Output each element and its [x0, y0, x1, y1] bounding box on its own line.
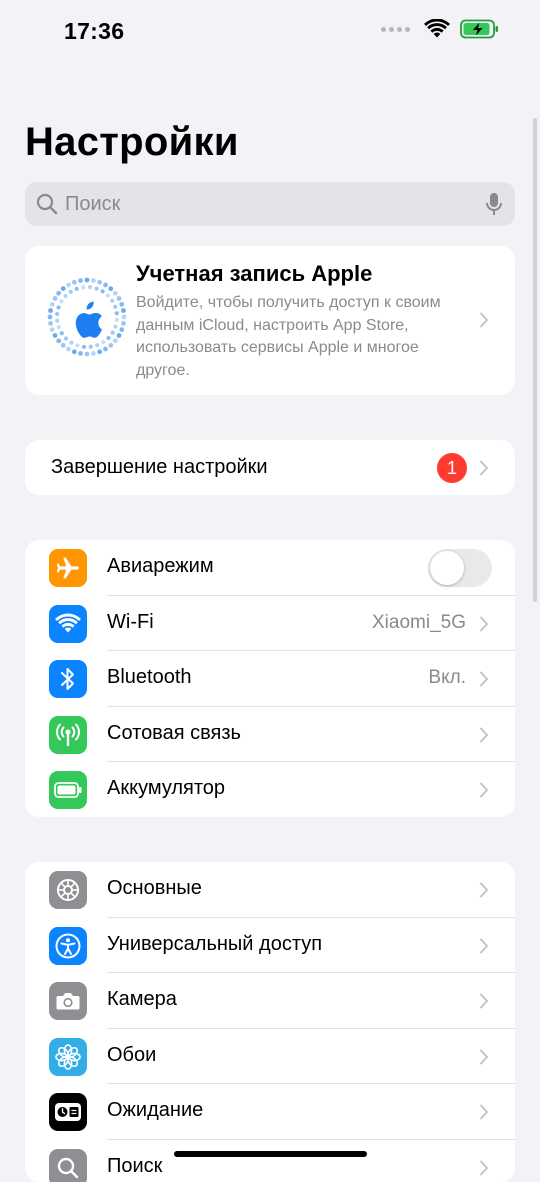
battery-icon [49, 771, 87, 809]
settings-row-general[interactable]: Основные [25, 862, 515, 918]
status-icons [381, 19, 500, 39]
settings-row-wallpaper[interactable]: Обои [25, 1029, 515, 1085]
settings-row-airplane-mode[interactable]: Авиарежим [25, 540, 515, 596]
chevron-right-icon [479, 882, 489, 898]
airplane-mode-toggle[interactable] [428, 549, 492, 587]
search-placeholder: Поиск [65, 193, 120, 216]
home-indicator[interactable] [174, 1151, 367, 1157]
search-icon [36, 193, 58, 215]
settings-row-camera[interactable]: Камера [25, 973, 515, 1029]
row-label: Основные [107, 877, 202, 900]
apple-account-icon [45, 275, 129, 359]
connectivity-group: Авиарежим Wi-Fi Xiaomi_5G Bluetooth Вкл. [25, 540, 515, 817]
settings-row-wifi[interactable]: Wi-Fi Xiaomi_5G [25, 596, 515, 652]
microphone-icon[interactable] [485, 192, 503, 216]
wifi-status-icon [424, 19, 450, 39]
finish-setup-label: Завершение настройки [51, 456, 268, 479]
finish-setup-row[interactable]: Завершение настройки 1 [25, 440, 515, 495]
cellular-icon [49, 716, 87, 754]
cellular-signal-icon [381, 27, 410, 32]
account-description: Войдите, чтобы получить доступ к своим д… [136, 292, 466, 382]
gear-icon [49, 871, 87, 909]
settings-row-accessibility[interactable]: Универсальный доступ [25, 918, 515, 974]
chevron-right-icon [479, 938, 489, 954]
status-bar: 17:36 [0, 0, 540, 64]
chevron-right-icon [479, 1049, 489, 1065]
settings-row-search[interactable]: Поиск [25, 1140, 515, 1182]
page-title: Настройки [25, 120, 239, 165]
scroll-indicator[interactable] [533, 118, 537, 602]
settings-row-bluetooth[interactable]: Bluetooth Вкл. [25, 651, 515, 707]
status-time: 17:36 [64, 18, 124, 45]
chevron-right-icon [479, 616, 489, 632]
search-icon [49, 1149, 87, 1182]
chevron-right-icon [479, 993, 489, 1009]
bluetooth-icon [49, 660, 87, 698]
settings-row-cellular[interactable]: Сотовая связь [25, 707, 515, 763]
row-label: Универсальный доступ [107, 933, 322, 956]
row-label: Bluetooth [107, 666, 192, 689]
chevron-right-icon [479, 671, 489, 687]
chevron-right-icon [479, 727, 489, 743]
row-label: Аккумулятор [107, 777, 225, 800]
apple-account-card[interactable]: Учетная запись Apple Войдите, чтобы полу… [25, 246, 515, 395]
row-label: Авиарежим [107, 555, 214, 578]
row-label: Ожидание [107, 1099, 203, 1122]
general-group: Основные Универсальный доступ [25, 862, 515, 1182]
settings-row-battery[interactable]: Аккумулятор [25, 762, 515, 817]
row-label: Поиск [107, 1155, 162, 1178]
account-title: Учетная запись Apple [136, 261, 372, 287]
chevron-right-icon [479, 460, 489, 476]
row-label: Камера [107, 988, 177, 1011]
wifi-icon [49, 605, 87, 643]
settings-row-standby[interactable]: Ожидание [25, 1084, 515, 1140]
chevron-right-icon [479, 782, 489, 798]
accessibility-icon [49, 927, 87, 965]
row-label: Обои [107, 1044, 156, 1067]
camera-icon [49, 982, 87, 1020]
search-input[interactable]: Поиск [25, 182, 515, 226]
row-label: Сотовая связь [107, 722, 241, 745]
airplane-icon [49, 549, 87, 587]
wallpaper-icon [49, 1038, 87, 1076]
standby-icon [49, 1093, 87, 1131]
bluetooth-status-value: Вкл. [428, 667, 466, 689]
chevron-right-icon [479, 1104, 489, 1120]
row-label: Wi-Fi [107, 611, 154, 634]
chevron-right-icon [479, 312, 489, 328]
notification-badge: 1 [437, 453, 467, 483]
battery-status-icon [460, 19, 500, 39]
wifi-network-value: Xiaomi_5G [372, 612, 466, 634]
